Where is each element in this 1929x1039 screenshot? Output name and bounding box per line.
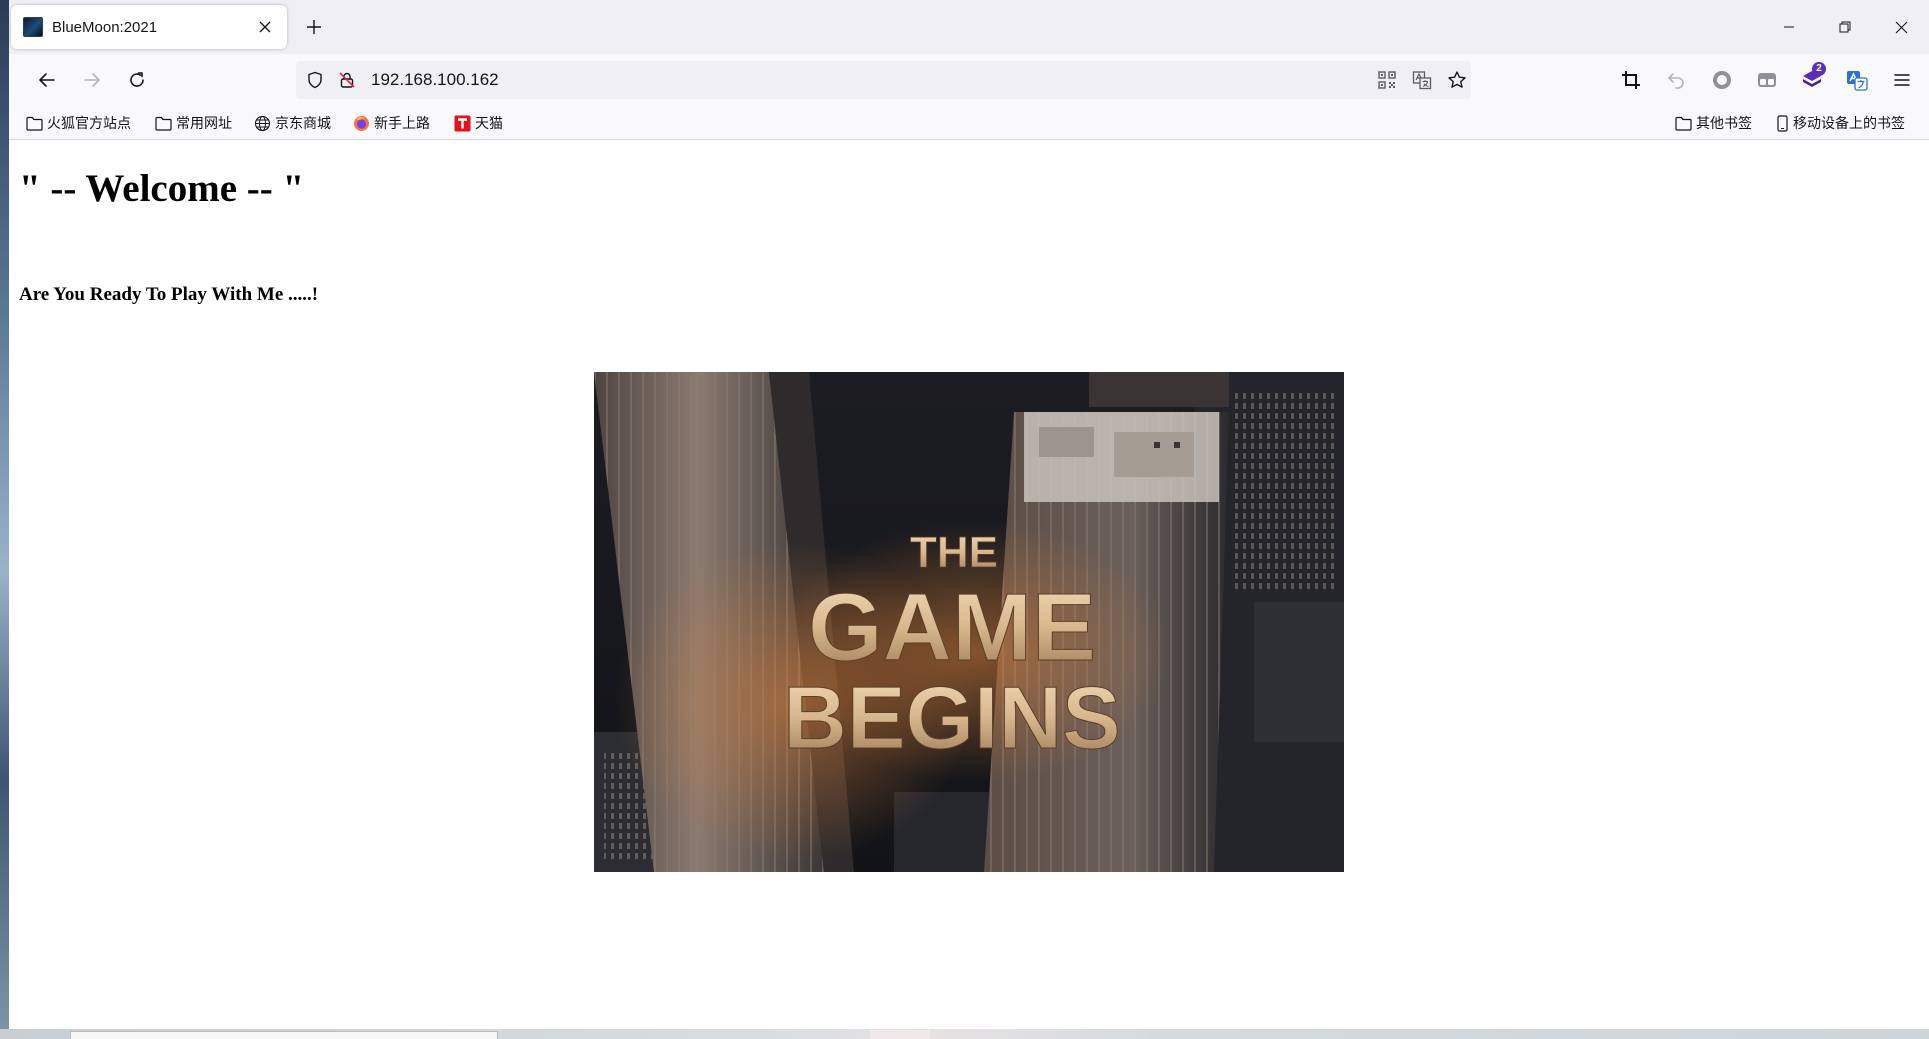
record-circle-icon[interactable] [1706, 64, 1738, 96]
restore-button[interactable] [1817, 0, 1873, 54]
folder-icon [1674, 114, 1692, 132]
translate-page-icon[interactable] [1409, 68, 1435, 92]
tab-strip: BlueMoon:2021 [9, 0, 1929, 54]
tab-active[interactable]: BlueMoon:2021 [11, 5, 287, 49]
bookmark-item-4[interactable]: 天猫 [453, 112, 503, 134]
extension-badge-icon[interactable]: 2 [1796, 62, 1828, 96]
image-title-line1: THE [910, 528, 998, 577]
insecure-connection-lock-icon[interactable] [336, 69, 358, 91]
screenshot-crop-icon[interactable] [1615, 64, 1647, 96]
undo-close-tab-icon[interactable] [1660, 64, 1692, 96]
globe-icon [253, 114, 271, 132]
image-title-line3: BEGINS [783, 668, 1120, 767]
forward-button[interactable] [76, 64, 108, 96]
app-menu-hamburger-icon[interactable] [1886, 64, 1918, 96]
bookmark-label: 新手上路 [374, 115, 430, 131]
qr-code-icon[interactable] [1374, 68, 1400, 92]
close-window-button[interactable] [1873, 0, 1929, 54]
bookmark-item-3[interactable]: 新手上路 [352, 112, 430, 134]
tab-title: BlueMoon:2021 [52, 18, 158, 36]
site-favicon-icon [23, 17, 43, 37]
url-input[interactable] [371, 68, 1071, 92]
extension-badge-count: 2 [1812, 62, 1826, 76]
bookmark-star-icon[interactable] [1444, 68, 1470, 92]
folder-icon [25, 114, 43, 132]
translator-extension-icon[interactable] [1841, 64, 1873, 96]
bookmark-item-1[interactable]: 常用网址 [154, 112, 232, 134]
tmall-icon [453, 114, 471, 132]
new-tab-button[interactable] [300, 13, 328, 41]
bookmark-label: 天猫 [475, 115, 503, 131]
bookmark-label: 常用网址 [176, 115, 232, 131]
tracking-protection-shield-icon[interactable] [304, 69, 326, 91]
folder-icon [154, 114, 172, 132]
taskbar-app-slot[interactable] [870, 1030, 930, 1039]
bookmark-label: 移动设备上的书签 [1793, 115, 1905, 131]
taskbar-strip [0, 1029, 1929, 1039]
bookmark-label: 京东商城 [275, 115, 331, 131]
bookmark-item-0[interactable]: 火狐官方站点 [25, 112, 131, 134]
game-begins-image: THE GAME BEGINS [594, 372, 1344, 872]
reload-button[interactable] [121, 64, 153, 96]
bookmarks-toolbar: 火狐官方站点 常用网址 京东商城 新手上路 天猫 其他书签 移动设备上的书签 [9, 106, 1929, 140]
bookmark-label: 其他书签 [1696, 115, 1752, 131]
tab-manager-icon[interactable] [1751, 64, 1783, 96]
image-title-line2: GAME [808, 574, 1096, 681]
tab-close-icon[interactable] [255, 17, 275, 37]
bookmark-item-2[interactable]: 京东商城 [253, 112, 331, 134]
bookmark-mobile-folder[interactable]: 移动设备上的书签 [1775, 112, 1905, 134]
bookmark-label: 火狐官方站点 [47, 115, 131, 131]
page-content: " -- Welcome -- " Are You Ready To Play … [9, 141, 1929, 1029]
desktop-background-strip [0, 0, 9, 1039]
page-heading: " -- Welcome -- " [19, 167, 305, 210]
browser-window: BlueMoon:2021 192.168.100.162 2 火狐官方站点 常… [9, 0, 1929, 1029]
taskbar-search-box[interactable] [70, 1031, 498, 1039]
mobile-icon [1775, 114, 1789, 132]
firefox-icon [352, 114, 370, 132]
bookmark-other-folder[interactable]: 其他书签 [1674, 112, 1752, 134]
page-subheading: Are You Ready To Play With Me .....! [19, 284, 319, 305]
navigation-toolbar: 2 [9, 54, 1929, 106]
back-button[interactable] [31, 64, 63, 96]
minimize-button[interactable] [1761, 0, 1817, 54]
window-controls [1761, 0, 1929, 54]
address-bar[interactable] [296, 61, 1471, 99]
